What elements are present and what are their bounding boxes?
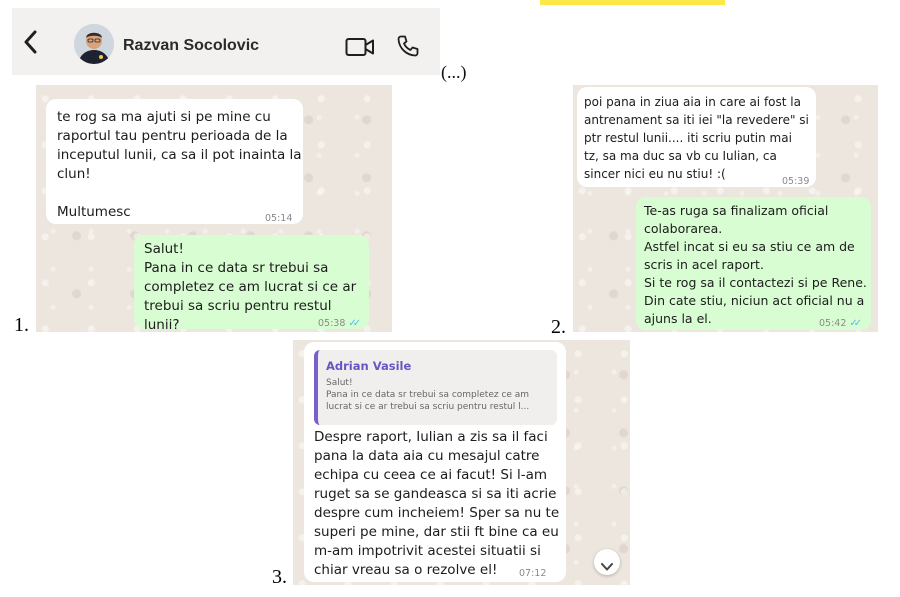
chevron-down-icon xyxy=(601,558,613,576)
screenshot-number-1: 1. xyxy=(14,314,29,336)
incoming-message[interactable]: te rog sa ma ajuti si pe mine cu raportu… xyxy=(46,99,303,224)
message-time: 05:42 xyxy=(819,318,847,329)
screenshot-number-3: 3. xyxy=(272,566,287,588)
message-time: 05:38 xyxy=(318,318,346,329)
message-text: Despre raport, Iulian a zis sa il faci p… xyxy=(314,429,560,578)
message-text: te rog sa ma ajuti si pe mine cu raportu… xyxy=(57,109,302,220)
chat-panel-1: te rog sa ma ajuti si pe mine cu raportu… xyxy=(36,85,392,332)
message-text: Te-as ruga sa finalizam oficial colabora… xyxy=(644,203,867,326)
incoming-reply-message[interactable]: Adrian Vasile Salut! Pana in ce data sr … xyxy=(304,342,566,582)
chat-header: Razvan Socolovic xyxy=(12,8,440,75)
outgoing-message[interactable]: Te-as ruga sa finalizam oficial colabora… xyxy=(636,197,871,330)
read-ticks-icon: ✓✓ xyxy=(348,318,361,329)
message-time: 05:14 xyxy=(265,213,293,224)
chevron-left-icon[interactable] xyxy=(24,30,38,59)
chat-panel-3: Adrian Vasile Salut! Pana in ce data sr … xyxy=(293,340,630,585)
contact-name[interactable]: Razvan Socolovic xyxy=(123,37,259,55)
screenshot-number-2: 2. xyxy=(551,316,566,338)
quoted-text: Salut! Pana in ce data sr trebui sa comp… xyxy=(326,378,530,412)
ellipsis-note: (...) xyxy=(441,62,467,82)
video-camera-icon[interactable] xyxy=(345,37,375,62)
incoming-message[interactable]: poi pana in ziua aia in care ai fost la … xyxy=(577,87,816,187)
highlight-strip xyxy=(540,0,725,5)
message-time: 05:39 xyxy=(782,176,810,187)
read-ticks-icon: ✓✓ xyxy=(849,318,862,329)
message-text: poi pana in ziua aia in care ai fost la … xyxy=(584,95,809,181)
scroll-down-button[interactable] xyxy=(594,549,620,575)
quoted-message[interactable]: Adrian Vasile Salut! Pana in ce data sr … xyxy=(314,350,557,425)
avatar[interactable] xyxy=(74,24,114,64)
phone-icon[interactable] xyxy=(396,34,420,63)
quoted-sender: Adrian Vasile xyxy=(326,359,412,373)
message-time: 07:12 xyxy=(519,568,547,579)
chat-panel-2: poi pana in ziua aia in care ai fost la … xyxy=(573,85,878,332)
outgoing-message[interactable]: Salut! Pana in ce data sr trebui sa comp… xyxy=(134,235,369,332)
